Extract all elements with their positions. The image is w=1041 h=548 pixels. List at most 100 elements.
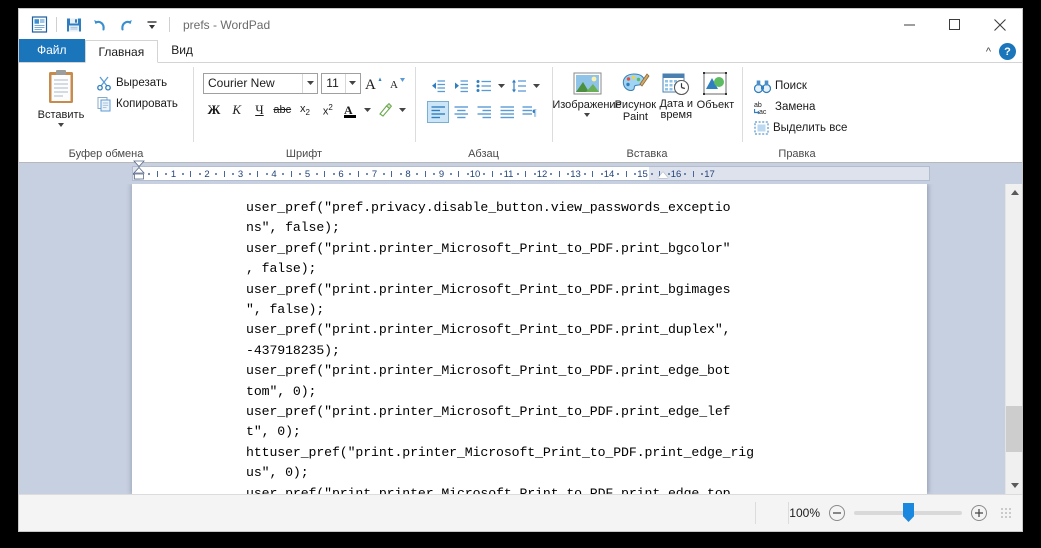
ruler-tick-mark: [223, 171, 225, 177]
vertical-scrollbar[interactable]: [1005, 184, 1022, 494]
ruler-tick-dot: [516, 173, 519, 175]
minimize-button[interactable]: [887, 9, 932, 40]
undo-icon[interactable]: [87, 13, 113, 37]
help-icon[interactable]: ?: [999, 43, 1016, 60]
text-color-dropdown-icon[interactable]: [362, 99, 373, 121]
paste-button[interactable]: Вставить: [32, 67, 90, 146]
tab-view[interactable]: Вид: [158, 39, 206, 62]
line-spacing-icon[interactable]: [508, 75, 530, 97]
scroll-up-icon[interactable]: [1006, 184, 1022, 201]
tab-file[interactable]: Файл: [19, 39, 85, 62]
scroll-down-icon[interactable]: [1006, 477, 1022, 494]
right-indent-marker-icon[interactable]: [658, 172, 668, 178]
insert-object-button[interactable]: Объект: [696, 69, 735, 146]
ruler-tick-label: 5: [304, 169, 311, 180]
font-family-combobox[interactable]: Courier New: [203, 72, 319, 94]
replace-button[interactable]: ab ac Замена: [752, 98, 851, 117]
justify-icon[interactable]: [496, 101, 518, 123]
maximize-button[interactable]: [932, 9, 977, 40]
grow-font-icon[interactable]: A: [364, 72, 385, 94]
ruler-tick-dot: [399, 173, 402, 175]
decrease-indent-icon[interactable]: [427, 75, 449, 97]
binoculars-icon: [754, 80, 771, 93]
ruler-tick-mark: [692, 171, 694, 177]
ruler-tick-mark: [491, 171, 493, 177]
ruler-tick-mark: [257, 171, 259, 177]
replace-icon: ab ac: [754, 102, 767, 115]
select-all-button-label: Выделить все: [773, 121, 848, 134]
insert-picture-button[interactable]: Изображение: [552, 69, 622, 146]
ribbon-group-paragraph: ¶ Абзац: [415, 63, 552, 162]
zoom-in-button[interactable]: [971, 505, 987, 521]
qat-separator-1: [56, 17, 57, 32]
redo-icon[interactable]: [113, 13, 139, 37]
strikethrough-button[interactable]: abc: [271, 99, 293, 121]
ruler-tick-dot: [349, 173, 352, 175]
object-icon: [703, 72, 728, 95]
close-button[interactable]: [977, 9, 1022, 40]
highlight-icon[interactable]: [374, 99, 396, 121]
font-size-combobox[interactable]: 11: [321, 72, 361, 94]
paste-dropdown-caret-icon[interactable]: [58, 123, 64, 127]
underline-button[interactable]: Ч: [249, 99, 271, 121]
ruler-tick-label: 13: [570, 169, 581, 180]
subscript-button[interactable]: x2: [294, 99, 316, 121]
save-icon[interactable]: [61, 13, 87, 37]
copy-button-label: Копировать: [116, 98, 178, 110]
indent-marker-icon[interactable]: [133, 160, 145, 182]
align-right-icon[interactable]: [473, 101, 495, 123]
font-family-value: Courier New: [208, 76, 275, 90]
highlight-dropdown-icon[interactable]: [397, 99, 408, 121]
line-spacing-dropdown-icon[interactable]: [531, 75, 542, 97]
copy-button[interactable]: Копировать: [94, 94, 182, 114]
resize-grip-icon[interactable]: [1000, 507, 1012, 519]
text-color-icon[interactable]: A: [340, 99, 362, 121]
select-all-button[interactable]: Выделить все: [752, 119, 851, 137]
bold-button[interactable]: Ж: [203, 99, 225, 121]
collapse-ribbon-icon[interactable]: ^: [986, 46, 991, 58]
customize-qat-icon[interactable]: [139, 13, 165, 37]
ruler-tick-label: 1: [170, 169, 177, 180]
find-button[interactable]: Поиск: [752, 77, 851, 96]
font-family-dropdown-icon[interactable]: [302, 73, 317, 93]
italic-button[interactable]: К: [226, 99, 248, 121]
font-size-value: 11: [326, 76, 339, 90]
shrink-font-icon[interactable]: A: [387, 72, 408, 94]
status-separator-1: [755, 502, 757, 524]
wordpad-app-icon[interactable]: [26, 13, 52, 37]
ruler[interactable]: 3211234567891011121314151617: [132, 166, 930, 181]
ruler-tick-label: 9: [438, 169, 445, 180]
paint-drawing-button[interactable]: Рисунок Paint: [614, 69, 657, 146]
paragraph-settings-icon[interactable]: ¶: [519, 101, 541, 123]
status-bar: 100%: [19, 494, 1022, 531]
tab-home[interactable]: Главная: [84, 40, 159, 63]
increase-indent-icon[interactable]: [450, 75, 472, 97]
zoom-out-button[interactable]: [829, 505, 845, 521]
scrollbar-thumb[interactable]: [1006, 406, 1022, 452]
ruler-tick-label: 14: [603, 169, 615, 180]
font-size-dropdown-icon[interactable]: [344, 73, 360, 93]
document-page[interactable]: user_pref("pref.privacy.disable_button.v…: [132, 184, 927, 494]
ribbon-group-font: Courier New 11 A A Ж К Ч abc x2 x2 A Шри…: [193, 63, 415, 162]
ruler-tick-dot: [483, 173, 486, 175]
ruler-tick-mark: [324, 171, 326, 177]
cut-button[interactable]: Вырезать: [94, 73, 182, 93]
insert-picture-dropdown-caret-icon[interactable]: [584, 113, 590, 117]
align-left-icon[interactable]: [427, 101, 449, 123]
zoom-slider[interactable]: [854, 503, 962, 522]
superscript-button[interactable]: x2: [317, 99, 339, 121]
bullets-dropdown-icon[interactable]: [496, 75, 507, 97]
ruler-tick-dot: [500, 173, 503, 175]
date-time-button[interactable]: Дата и время: [657, 69, 696, 146]
document-text[interactable]: user_pref("pref.privacy.disable_button.v…: [246, 198, 754, 494]
zoom-slider-thumb[interactable]: [903, 503, 914, 522]
find-button-label: Поиск: [775, 80, 807, 92]
align-center-icon[interactable]: [450, 101, 472, 123]
ruler-tick-mark: [424, 171, 426, 177]
ribbon-tab-bar-right: ^ ?: [986, 43, 1016, 60]
ruler-tick-mark: [156, 171, 158, 177]
bullets-icon[interactable]: [473, 75, 495, 97]
ruler-tick-dot: [617, 173, 620, 175]
ruler-tick-mark: [458, 171, 460, 177]
ruler-tick-label: 2: [204, 169, 210, 180]
